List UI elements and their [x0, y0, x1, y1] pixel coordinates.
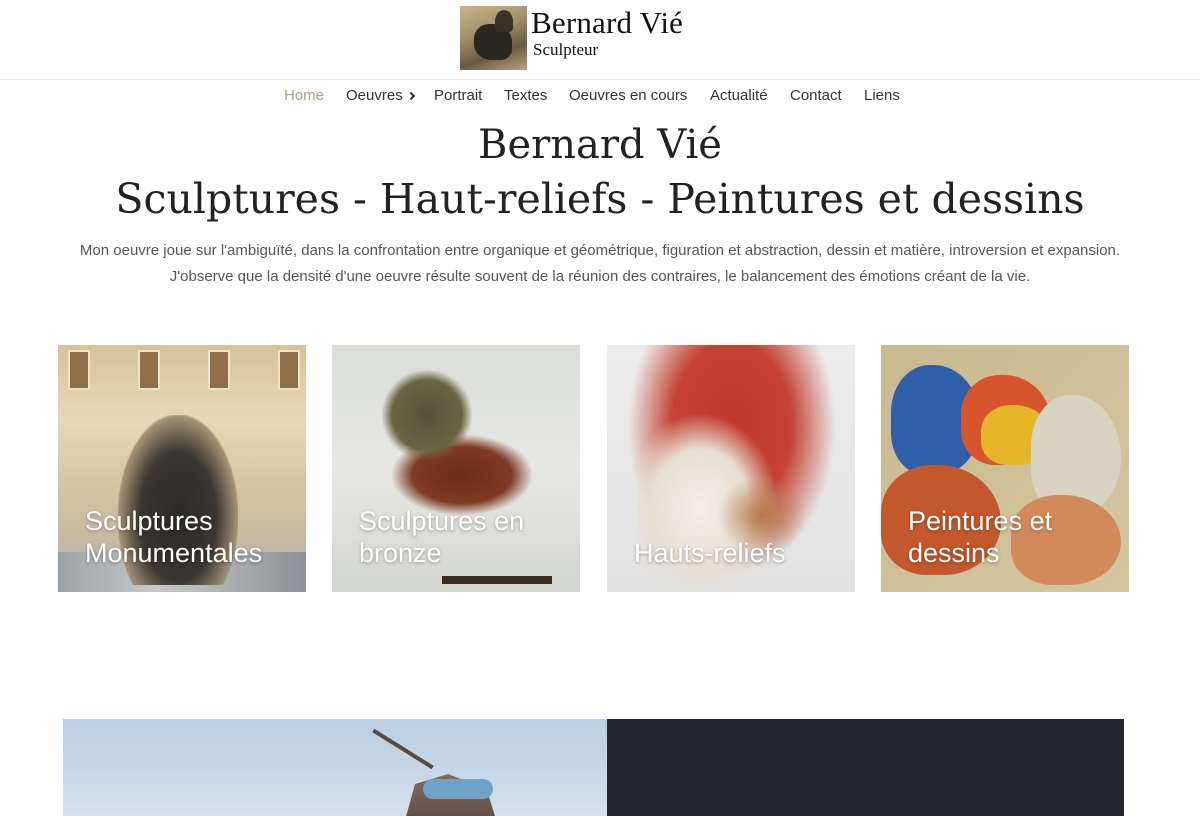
site-logo[interactable]: Bernard Vié Sculpteur — [460, 6, 692, 72]
nav-item-home[interactable]: Home — [284, 86, 324, 106]
logo-name: Bernard Vié — [531, 5, 684, 40]
site-header: Bernard Vié Sculpteur — [0, 0, 1200, 80]
logo-subtitle: Sculpteur — [533, 40, 599, 59]
featured-dark-panel — [607, 719, 1124, 816]
nav-item-textes[interactable]: Textes — [504, 86, 547, 106]
card-label: Sculptures Monumentales — [85, 506, 263, 568]
chevron-right-icon — [406, 91, 415, 101]
card-sculptures-en-bronze[interactable]: Sculptures en bronze — [332, 345, 580, 592]
hero-subtitle: Sculptures - Haut-reliefs - Peintures et… — [115, 175, 1085, 223]
nav-item-contact[interactable]: Contact — [790, 86, 842, 106]
hero-title: Bernard Vié — [478, 122, 722, 168]
intro-text-line1: Mon oeuvre joue sur l'ambiguïté, dans la… — [79, 242, 1121, 259]
card-peintures-et-dessins[interactable]: Peintures et dessins — [881, 345, 1129, 592]
nav-item-portrait[interactable]: Portrait — [434, 86, 482, 106]
nav-item-oeuvres-label: Oeuvres — [346, 87, 403, 104]
card-sculptures-monumentales[interactable]: Sculptures Monumentales — [58, 345, 306, 592]
card-label: Hauts-reliefs — [634, 538, 786, 568]
nav-item-oeuvres[interactable]: Oeuvres — [346, 86, 415, 106]
card-label: Peintures et dessins — [908, 506, 1053, 568]
nav-item-actualite[interactable]: Actualité — [710, 86, 768, 106]
intro-text-line2: J'observe que la densité d'une oeuvre ré… — [169, 268, 1031, 285]
featured-sculpture-image — [63, 719, 607, 816]
nav-item-liens[interactable]: Liens — [864, 86, 900, 106]
card-label: Sculptures en bronze — [359, 506, 525, 568]
main-nav: Home Oeuvres Portrait Textes Oeuvres en … — [0, 86, 1200, 108]
nav-item-oeuvres-en-cours[interactable]: Oeuvres en cours — [569, 86, 687, 106]
card-hauts-reliefs[interactable]: Hauts-reliefs — [607, 345, 855, 592]
logo-sculpture-image — [460, 6, 527, 70]
